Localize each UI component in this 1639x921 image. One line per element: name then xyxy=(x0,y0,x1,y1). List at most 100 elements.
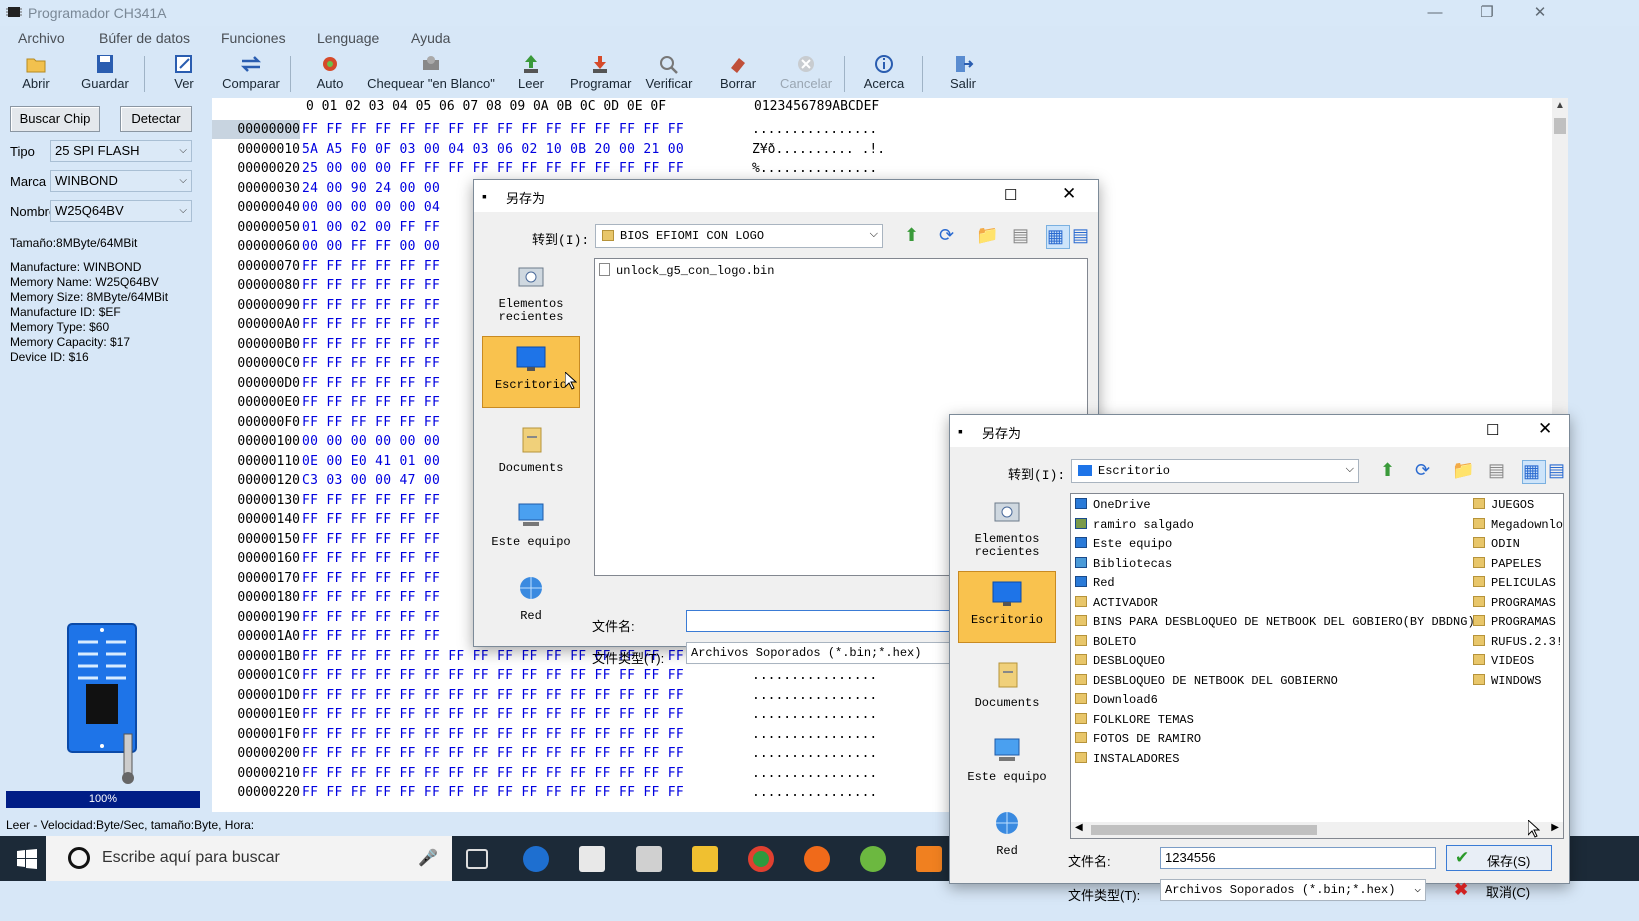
file-item[interactable]: VIDEOS xyxy=(1473,654,1534,668)
hex-row[interactable]: 00000000 FF FF FF FF FF FF FF FF FF FF FF… xyxy=(212,120,1552,139)
hex-bytes[interactable]: FF FF FF FF FF FF FF FF FF FF FF FF FF F… xyxy=(302,783,684,802)
exit-button[interactable]: Salir xyxy=(944,50,982,98)
hex-bytes[interactable]: FF FF FF FF FF FF xyxy=(302,315,440,334)
hex-row[interactable]: 00000010 5A A5 F0 0F 03 00 04 03 06 02 10… xyxy=(212,140,1552,159)
file-item[interactable]: Megadownlo xyxy=(1473,517,1563,532)
hex-bytes[interactable]: 01 00 02 00 FF FF xyxy=(302,218,440,237)
hex-bytes[interactable]: FF FF FF FF FF FF xyxy=(302,510,440,529)
program-button[interactable]: Programar xyxy=(570,50,631,98)
file-item[interactable]: ACTIVADOR xyxy=(1075,595,1158,610)
save-button[interactable]: Guardar xyxy=(76,50,134,98)
hex-bytes[interactable]: FF FF FF FF FF FF FF FF FF FF FF FF FF F… xyxy=(302,120,684,139)
file-item[interactable]: Bibliotecas xyxy=(1075,556,1172,571)
place-network[interactable]: Red xyxy=(958,803,1056,875)
filename-input[interactable] xyxy=(686,610,956,632)
file-explorer-icon[interactable] xyxy=(692,846,718,872)
file-item[interactable]: PAPELES xyxy=(1473,556,1541,571)
hex-row[interactable]: 00000020 25 00 00 00 FF FF FF FF FF FF FF… xyxy=(212,159,1552,178)
hex-bytes[interactable]: FF FF FF FF FF FF xyxy=(302,569,440,588)
menu-funciones[interactable]: Funciones xyxy=(221,30,286,46)
file-item[interactable]: BINS PARA DESBLOQUEO DE NETBOOK DEL GOBI… xyxy=(1075,615,1475,629)
hex-bytes[interactable]: FF FF FF FF FF FF FF FF FF FF FF FF FF F… xyxy=(302,744,684,763)
auto-button[interactable]: Auto xyxy=(312,50,348,98)
list-view-icon[interactable]: ▤ xyxy=(1012,225,1036,249)
menu-archivo[interactable]: Archivo xyxy=(18,30,65,46)
hex-bytes[interactable]: FF FF FF FF FF FF xyxy=(302,549,440,568)
hex-bytes[interactable]: FF FF FF FF FF FF xyxy=(302,608,440,627)
maximize-button[interactable]: ☐ xyxy=(1004,186,1017,204)
utorrent-icon[interactable] xyxy=(860,846,886,872)
brand-select[interactable]: WINBOND ⌵ xyxy=(50,170,192,192)
hex-bytes[interactable]: C3 03 00 00 47 00 xyxy=(302,471,440,490)
horizontal-scrollbar[interactable]: ◀ ▶ xyxy=(1071,822,1563,838)
file-item[interactable]: WINDOWS xyxy=(1473,673,1541,688)
blank-check-button[interactable]: Chequear "en Blanco" xyxy=(366,50,496,98)
file-item[interactable]: Red xyxy=(1075,576,1115,590)
close-button[interactable]: ✕ xyxy=(1525,2,1555,24)
menu-lenguage[interactable]: Lenguage xyxy=(317,30,379,46)
place-recent[interactable]: Elementos recientes xyxy=(482,256,580,328)
hex-bytes[interactable]: FF FF FF FF FF FF xyxy=(302,530,440,549)
edge-browser-icon[interactable] xyxy=(523,846,549,872)
hex-bytes[interactable]: FF FF FF FF FF FF xyxy=(302,257,440,276)
media-player-icon[interactable] xyxy=(916,846,942,872)
file-item[interactable]: Este equipo xyxy=(1075,537,1172,551)
mail-icon[interactable] xyxy=(636,846,662,872)
scroll-thumb[interactable] xyxy=(1554,118,1566,134)
close-button[interactable]: ✕ xyxy=(1538,419,1552,439)
microphone-icon[interactable]: 🎤 xyxy=(418,848,438,868)
maximize-button[interactable]: ☐ xyxy=(1486,421,1499,439)
thumbnail-view-icon[interactable]: ▤ xyxy=(1548,460,1572,484)
place-recent[interactable]: Elementos recientes xyxy=(958,491,1056,563)
filetype-select[interactable]: Archivos Soporados (*.bin;*.hex) ⌵ xyxy=(1160,879,1426,901)
firefox-icon[interactable] xyxy=(804,846,830,872)
scroll-thumb[interactable] xyxy=(1091,825,1317,835)
place-documents[interactable]: Documents xyxy=(482,420,580,492)
view-button[interactable]: Ver xyxy=(164,50,204,98)
file-item[interactable]: JUEGOS xyxy=(1473,498,1534,512)
menu-bufer-de-datos[interactable]: Búfer de datos xyxy=(99,30,190,46)
thumbnail-view-icon[interactable]: ▤ xyxy=(1072,225,1096,249)
cancel-button[interactable]: Cancelar xyxy=(780,50,832,98)
refresh-icon[interactable]: ⟳ xyxy=(1415,460,1439,484)
hex-bytes[interactable]: 0E 00 E0 41 01 00 xyxy=(302,452,440,471)
windows-start-icon[interactable] xyxy=(17,849,37,869)
chrome-icon[interactable] xyxy=(748,846,774,872)
file-item[interactable]: ODIN xyxy=(1473,537,1520,551)
taskbar-search[interactable]: Escribe aquí para buscar 🎤 xyxy=(46,836,452,881)
store-icon[interactable] xyxy=(579,846,605,872)
file-item[interactable]: unlock_g5_con_logo.bin xyxy=(599,263,774,278)
hex-bytes[interactable]: 00 00 00 00 00 04 xyxy=(302,198,440,217)
file-item[interactable]: BOLETO xyxy=(1075,634,1136,649)
up-folder-icon[interactable]: ⬆ xyxy=(904,225,928,249)
hex-bytes[interactable]: FF FF FF FF FF FF FF FF FF FF FF FF FF F… xyxy=(302,686,684,705)
hex-bytes[interactable]: FF FF FF FF FF FF xyxy=(302,354,440,373)
refresh-icon[interactable]: ⟳ xyxy=(939,225,963,249)
hex-bytes[interactable]: 00 00 FF FF 00 00 xyxy=(302,237,440,256)
about-button[interactable]: Acerca xyxy=(862,50,906,98)
hex-bytes[interactable]: FF FF FF FF FF FF xyxy=(302,491,440,510)
file-item[interactable]: PROGRAMAS xyxy=(1473,595,1556,610)
file-item[interactable]: DESBLOQUEO DE NETBOOK DEL GOBIERNO xyxy=(1075,673,1338,688)
hex-bytes[interactable]: 24 00 90 24 00 00 xyxy=(302,179,440,198)
scroll-up-icon[interactable]: ▲ xyxy=(1555,100,1565,111)
goto-select[interactable]: Escritorio ⌵ xyxy=(1071,459,1359,483)
filename-input[interactable]: 1234556 xyxy=(1160,847,1436,869)
place-documents[interactable]: Documents xyxy=(958,655,1056,727)
hex-bytes[interactable]: FF FF FF FF FF FF xyxy=(302,335,440,354)
hex-bytes[interactable]: FF FF FF FF FF FF xyxy=(302,374,440,393)
detect-button[interactable]: Detectar xyxy=(120,106,192,132)
scroll-right-icon[interactable]: ▶ xyxy=(1551,822,1559,833)
place-this-pc[interactable]: Este equipo xyxy=(958,729,1056,801)
hex-bytes[interactable]: FF FF FF FF FF FF FF FF FF FF FF FF FF F… xyxy=(302,705,684,724)
details-view-icon[interactable]: ▦ xyxy=(1046,225,1070,249)
file-item[interactable]: PROGRAMAS F xyxy=(1473,615,1563,629)
file-item[interactable]: Download6 xyxy=(1075,693,1158,707)
file-item[interactable]: FOTOS DE RAMIRO xyxy=(1075,732,1201,746)
new-folder-icon[interactable]: 📁 xyxy=(976,225,1000,249)
hex-bytes[interactable]: 5A A5 F0 0F 03 00 04 03 06 02 10 0B 20 0… xyxy=(302,140,684,159)
filetype-select[interactable]: Archivos Soporados (*.bin;*.hex) xyxy=(686,642,956,664)
file-item[interactable]: FOLKLORE TEMAS xyxy=(1075,712,1194,727)
new-folder-icon[interactable]: 📁 xyxy=(1452,460,1476,484)
up-folder-icon[interactable]: ⬆ xyxy=(1380,460,1404,484)
